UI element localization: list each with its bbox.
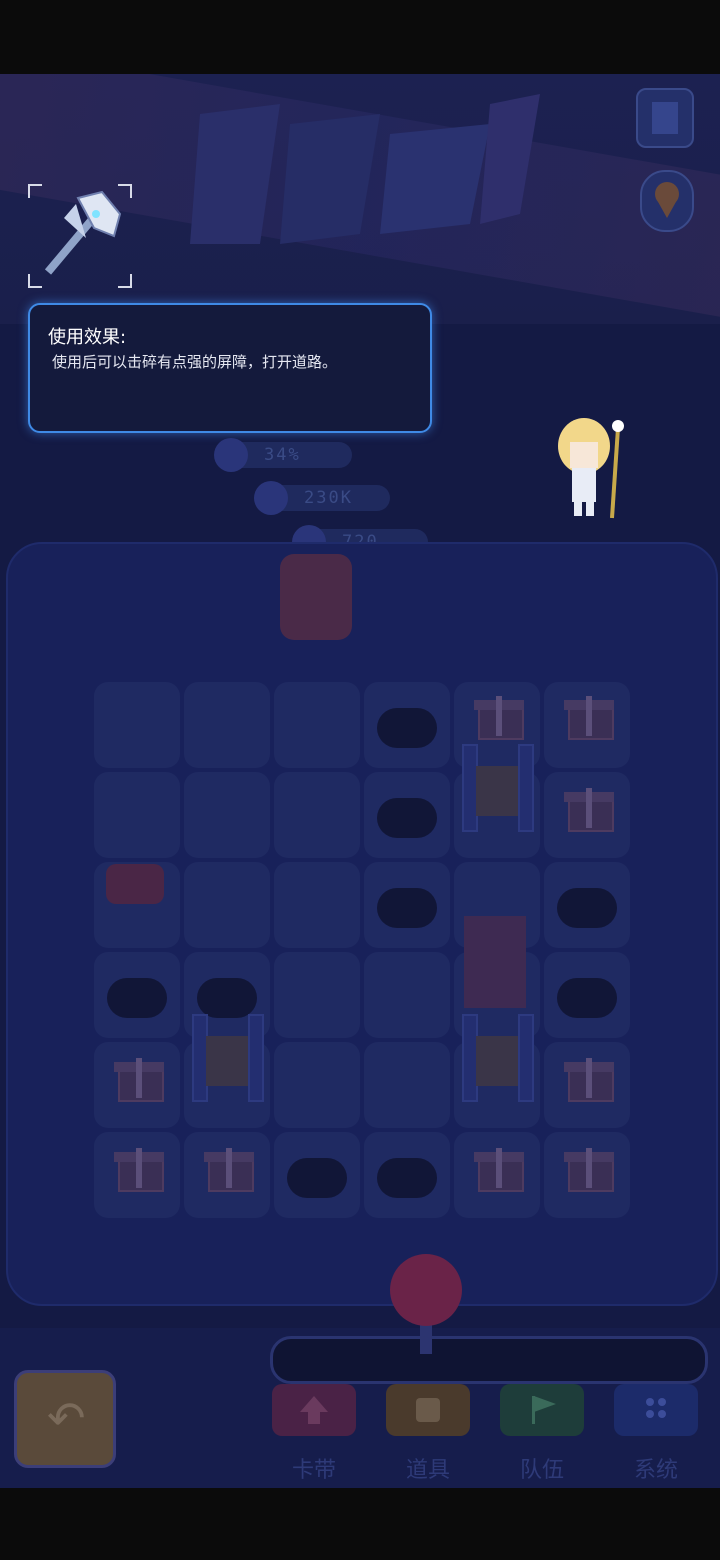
gift-box-icon[interactable] (114, 1054, 164, 1102)
map-button[interactable] (640, 170, 694, 232)
cassette-button[interactable] (272, 1384, 356, 1436)
nav-label-cassette: 卡带 (291, 1458, 336, 1483)
item-effect-tooltip: 使用效果: 使用后可以击碎有点强的屏障，打开道路。 (28, 303, 432, 433)
board-tile[interactable] (364, 952, 450, 1038)
selected-item-slot[interactable] (28, 184, 132, 288)
vending-machine[interactable] (464, 916, 526, 1008)
nav-label-system: 系统 (633, 1458, 678, 1483)
nav-label-team: 队伍 (519, 1458, 564, 1483)
board-tile[interactable] (184, 682, 270, 768)
progress-track (270, 1336, 708, 1384)
board-tile[interactable] (274, 772, 360, 858)
up-arrow-icon (300, 1396, 328, 1424)
map-pin-icon (655, 182, 679, 218)
gift-box-icon[interactable] (204, 1144, 254, 1192)
barrier-gate[interactable] (462, 1014, 534, 1102)
tooltip-body: 使用后可以击碎有点强的屏障，打开道路。 (52, 353, 338, 371)
board-tile[interactable] (364, 1042, 450, 1128)
tooltip-title: 使用效果: (48, 327, 127, 348)
book-button[interactable] (636, 88, 694, 148)
board-tile[interactable] (184, 862, 270, 948)
barrier-gate[interactable] (462, 744, 534, 832)
board-tile-hole[interactable] (544, 952, 630, 1038)
enemy-slot-machine (280, 554, 352, 640)
book-icon (652, 102, 678, 134)
board-tile-hole[interactable] (364, 682, 450, 768)
items-button[interactable] (386, 1384, 470, 1436)
board-tile[interactable] (94, 682, 180, 768)
board-tile-hole[interactable] (94, 952, 180, 1038)
board-tile[interactable] (274, 862, 360, 948)
attack-stat: 230K (254, 481, 390, 515)
team-button[interactable] (500, 1384, 584, 1436)
gift-box-icon[interactable] (564, 1144, 614, 1192)
joystick-knob[interactable] (390, 1254, 462, 1326)
board-tile-hole[interactable] (364, 1132, 450, 1218)
flag-icon (532, 1396, 556, 1424)
bag-icon (416, 1398, 440, 1422)
gift-box-icon[interactable] (564, 692, 614, 740)
battle-axe-icon (44, 190, 122, 275)
hp-stat: 34% (214, 438, 352, 472)
gift-box-icon[interactable] (564, 784, 614, 832)
back-button[interactable]: ↶ (14, 1370, 116, 1468)
player-character (552, 412, 632, 522)
gift-box-icon[interactable] (474, 1144, 524, 1192)
board-tile[interactable] (274, 682, 360, 768)
board-tile[interactable] (274, 952, 360, 1038)
board-tile-hole[interactable] (544, 862, 630, 948)
cap-item[interactable] (106, 864, 164, 904)
back-arrow-icon: ↶ (47, 1391, 86, 1445)
gift-box-icon[interactable] (114, 1144, 164, 1192)
system-button[interactable] (614, 1384, 698, 1436)
board-tile[interactable] (184, 772, 270, 858)
grid-icon (646, 1398, 666, 1418)
board-tile[interactable] (94, 772, 180, 858)
status-bar (0, 0, 720, 74)
heart-icon (214, 438, 248, 472)
board-tile[interactable] (274, 1042, 360, 1128)
sword-icon (254, 481, 288, 515)
board-tile-hole[interactable] (364, 862, 450, 948)
game-board[interactable] (6, 542, 718, 1306)
game-area[interactable]: 使用效果: 使用后可以击碎有点强的屏障，打开道路。 34% 230K 7 (0, 74, 720, 1488)
game-logo (190, 94, 540, 244)
game-screen: 使用效果: 使用后可以击碎有点强的屏障，打开道路。 34% 230K 7 (0, 0, 720, 1560)
navigation-bar (0, 1488, 720, 1560)
gift-box-icon[interactable] (474, 692, 524, 740)
board-tile-hole[interactable] (274, 1132, 360, 1218)
barrier-gate[interactable] (192, 1014, 264, 1102)
board-tile-hole[interactable] (364, 772, 450, 858)
gift-box-icon[interactable] (564, 1054, 614, 1102)
nav-label-items: 道具 (405, 1458, 450, 1483)
